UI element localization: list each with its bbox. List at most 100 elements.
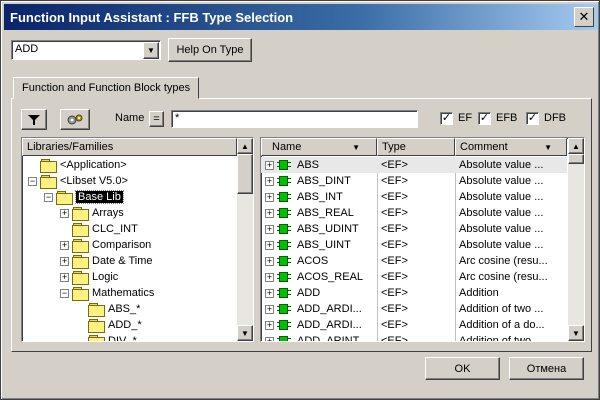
collapse-icon[interactable]: − [60, 288, 69, 298]
tree-item[interactable]: DIV_* [76, 333, 137, 341]
expand-icon[interactable]: + [265, 304, 274, 314]
expand-icon[interactable]: + [60, 256, 69, 266]
table-row[interactable]: + ADD <EF> Addition [261, 285, 567, 301]
expand-icon[interactable]: + [265, 224, 274, 234]
expand-icon[interactable]: + [265, 272, 274, 282]
type-name: ACOS_REAL [297, 271, 364, 283]
tree-item-label: DIV_* [108, 335, 137, 341]
scroll-up-button[interactable]: ▲ [568, 138, 584, 154]
expand-icon[interactable]: + [60, 208, 69, 218]
tree-item[interactable]: + Date & Time [60, 253, 153, 269]
type-cell: <EF> [381, 335, 408, 341]
tree-item[interactable]: ADD_* [76, 317, 142, 333]
name-filter-input[interactable]: * [171, 110, 418, 128]
scroll-down-button[interactable]: ▼ [568, 325, 584, 341]
tab-panel: Name = * ✓ EF ✓ EFB ✓ DFB Libraries/Fami… [11, 98, 592, 352]
library-settings-button[interactable] [60, 109, 90, 130]
title-bar[interactable]: Function Input Assistant : FFB Type Sele… [4, 4, 598, 30]
expand-icon[interactable]: + [60, 272, 69, 282]
function-block-icon [277, 335, 291, 341]
table-row[interactable]: + ADD_ARDI... <EF> Addition of two ... [261, 301, 567, 317]
tree-item[interactable]: + Logic [60, 269, 118, 285]
ef-checkbox[interactable]: ✓ [440, 112, 453, 125]
type-name: ABS_UINT [297, 239, 351, 251]
table-row[interactable]: + ADD_ARDI... <EF> Addition of a do... [261, 317, 567, 333]
expand-icon[interactable]: + [265, 176, 274, 186]
comment-cell: Absolute value ... [459, 191, 544, 203]
table-row[interactable]: + ABS_UINT <EF> Absolute value ... [261, 237, 567, 253]
comment-cell: Absolute value ... [459, 223, 544, 235]
expand-icon[interactable]: + [265, 288, 274, 298]
comment-cell: Absolute value ... [459, 175, 544, 187]
table-row[interactable]: + ABS_INT <EF> Absolute value ... [261, 189, 567, 205]
expand-icon[interactable]: + [265, 208, 274, 218]
function-block-icon [277, 287, 291, 299]
dfb-checkbox-label: DFB [544, 112, 566, 124]
collapse-icon[interactable]: − [28, 176, 37, 186]
tree-item[interactable]: ABS_* [76, 301, 140, 317]
name-equals-button[interactable]: = [149, 111, 164, 127]
expand-icon[interactable]: + [265, 192, 274, 202]
dialog-window: Function Input Assistant : FFB Type Sele… [0, 0, 600, 400]
column-header-type[interactable]: Type [377, 138, 455, 156]
expand-icon[interactable]: + [265, 256, 274, 266]
scrollbar-thumb[interactable] [237, 154, 253, 194]
close-button[interactable]: ✕ [574, 7, 594, 27]
grid-scrollbar[interactable]: ▲ ▼ [568, 138, 584, 341]
folder-icon [88, 319, 105, 333]
tree-item[interactable]: CLC_INT [60, 221, 138, 237]
expand-icon[interactable]: + [265, 320, 274, 330]
table-row[interactable]: + ABS <EF> Absolute value ... [261, 157, 567, 173]
folder-icon [40, 159, 57, 173]
dfb-checkbox[interactable]: ✓ [526, 112, 539, 125]
column-header-name[interactable]: Name ▼ [261, 138, 377, 156]
name-cell: + ABS [265, 157, 377, 173]
scroll-up-button[interactable]: ▲ [237, 138, 253, 154]
type-cell: <EF> [381, 191, 408, 203]
table-row[interactable]: + ACOS_REAL <EF> Arc cosine (resu... [261, 269, 567, 285]
table-row[interactable]: + ACOS <EF> Arc cosine (resu... [261, 253, 567, 269]
type-cell: <EF> [381, 175, 408, 187]
tree-item[interactable]: + Comparison [60, 237, 151, 253]
table-row[interactable]: + ABS_DINT <EF> Absolute value ... [261, 173, 567, 189]
cancel-button[interactable]: Отмена [509, 357, 584, 380]
function-block-icon [277, 223, 291, 235]
tree-item[interactable]: <Application> [28, 157, 127, 173]
tab-label: Function and Function Block types [22, 82, 191, 94]
funnel-icon [28, 114, 40, 125]
help-on-type-button[interactable]: Help On Type [168, 38, 252, 62]
folder-icon [72, 223, 89, 237]
tree-item[interactable]: − Base Lib [44, 189, 124, 205]
filter-button[interactable] [21, 109, 47, 130]
scrollbar-thumb[interactable] [568, 154, 584, 164]
tab-function-block-types[interactable]: Function and Function Block types [13, 77, 200, 99]
name-cell: + ACOS_REAL [265, 269, 377, 285]
type-combobox[interactable]: ADD ▼ [11, 40, 161, 60]
tree-item[interactable]: + Arrays [60, 205, 124, 221]
ok-button[interactable]: OK [425, 357, 500, 380]
tree-item-label: Mathematics [92, 287, 155, 299]
type-name: ABS [297, 159, 320, 171]
table-row[interactable]: + ABS_REAL <EF> Absolute value ... [261, 205, 567, 221]
expand-icon[interactable]: + [60, 240, 69, 250]
efb-checkbox[interactable]: ✓ [478, 112, 491, 125]
table-row[interactable]: + ADD_ARINT <EF> Addition of two ... [261, 333, 567, 341]
expand-icon[interactable]: + [265, 240, 274, 250]
tree-item[interactable]: − Mathematics [60, 285, 154, 301]
folder-icon [88, 303, 105, 317]
tree-scrollbar[interactable]: ▲ ▼ [237, 138, 253, 341]
table-row[interactable]: + ABS_UDINT <EF> Absolute value ... [261, 221, 567, 237]
types-grid-pane: Name ▼ Type Comment ▼ + ABS <EF> Absolute v… [260, 137, 585, 342]
expand-icon[interactable]: + [265, 336, 274, 341]
collapse-icon[interactable]: − [44, 192, 53, 202]
combobox-dropdown-button[interactable]: ▼ [143, 42, 159, 59]
tree-item-label: <Application> [60, 159, 127, 171]
function-block-icon [277, 175, 291, 187]
tree-item[interactable]: − <Libset V5.0> [28, 173, 128, 189]
scroll-down-button[interactable]: ▼ [237, 325, 253, 341]
expand-icon[interactable]: + [265, 160, 274, 170]
name-cell: + ADD [265, 285, 377, 301]
name-cell: + ACOS [265, 253, 377, 269]
pane-splitter[interactable] [255, 137, 259, 342]
column-header-comment[interactable]: Comment ▼ [455, 138, 567, 156]
